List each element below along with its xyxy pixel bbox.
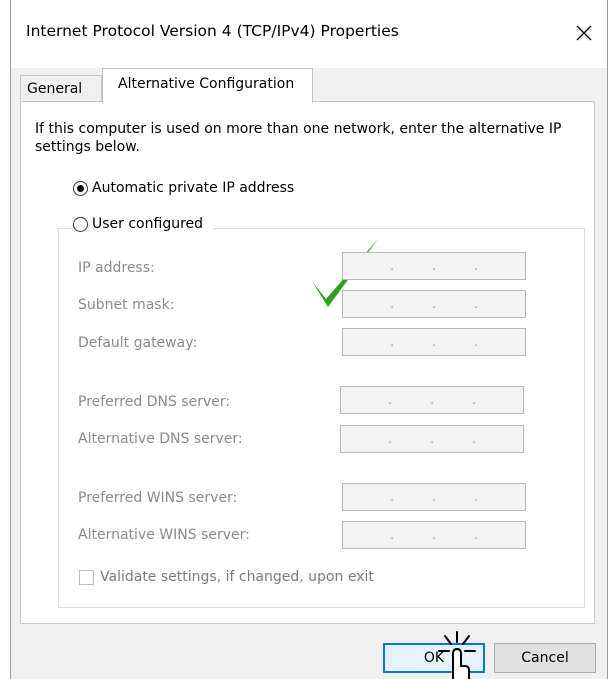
- ip-address-input[interactable]: ...: [342, 252, 526, 280]
- alternative-dns-label: Alternative DNS server:: [78, 431, 243, 447]
- user-configured-option[interactable]: User configured: [73, 216, 214, 232]
- window-title: Internet Protocol Version 4 (TCP/IPv4) P…: [26, 22, 399, 40]
- user-configured-label: User configured: [92, 216, 204, 232]
- tab-alternative-configuration[interactable]: Alternative Configuration: [102, 68, 313, 103]
- preferred-wins-label: Preferred WINS server:: [78, 490, 238, 506]
- validate-settings-label: Validate settings, if changed, upon exit: [100, 569, 374, 585]
- default-gateway-label: Default gateway:: [78, 335, 198, 351]
- alternative-wins-input[interactable]: ...: [342, 521, 526, 549]
- alternative-wins-label: Alternative WINS server:: [78, 527, 250, 543]
- cancel-button-label: Cancel: [521, 650, 569, 666]
- preferred-dns-input[interactable]: ...: [340, 386, 524, 414]
- dialog-window: Internet Protocol Version 4 (TCP/IPv4) P…: [10, 0, 608, 679]
- title-bar: Internet Protocol Version 4 (TCP/IPv4) P…: [11, 0, 607, 68]
- close-button[interactable]: [561, 10, 607, 56]
- subnet-mask-input[interactable]: ...: [342, 290, 526, 318]
- alternative-dns-input[interactable]: ...: [340, 425, 524, 453]
- user-configured-radio[interactable]: [73, 216, 88, 232]
- subnet-mask-label: Subnet mask:: [78, 297, 175, 313]
- tab-general[interactable]: General: [20, 75, 102, 101]
- cancel-button[interactable]: Cancel: [494, 643, 596, 673]
- preferred-wins-input[interactable]: ...: [342, 483, 526, 511]
- automatic-private-ip-radio[interactable]: [73, 180, 88, 196]
- automatic-private-ip-label: Automatic private IP address: [92, 180, 295, 196]
- preferred-dns-label: Preferred DNS server:: [78, 394, 231, 410]
- tab-alternative-configuration-label: Alternative Configuration: [118, 76, 295, 92]
- default-gateway-input[interactable]: ...: [342, 328, 526, 356]
- alternative-configuration-panel: If this computer is used on more than on…: [20, 101, 595, 624]
- user-configured-group: IP address: ... Subnet mask: ... Default…: [58, 228, 585, 608]
- hand-pointer-click-icon: [438, 631, 476, 679]
- validate-settings-checkbox[interactable]: [79, 569, 94, 585]
- automatic-private-ip-option[interactable]: Automatic private IP address: [73, 180, 294, 196]
- validate-settings-option[interactable]: Validate settings, if changed, upon exit: [79, 569, 374, 585]
- intro-text: If this computer is used on more than on…: [35, 121, 562, 155]
- close-icon: [576, 25, 592, 41]
- ip-address-label: IP address:: [78, 260, 155, 276]
- tab-general-label: General: [27, 80, 83, 97]
